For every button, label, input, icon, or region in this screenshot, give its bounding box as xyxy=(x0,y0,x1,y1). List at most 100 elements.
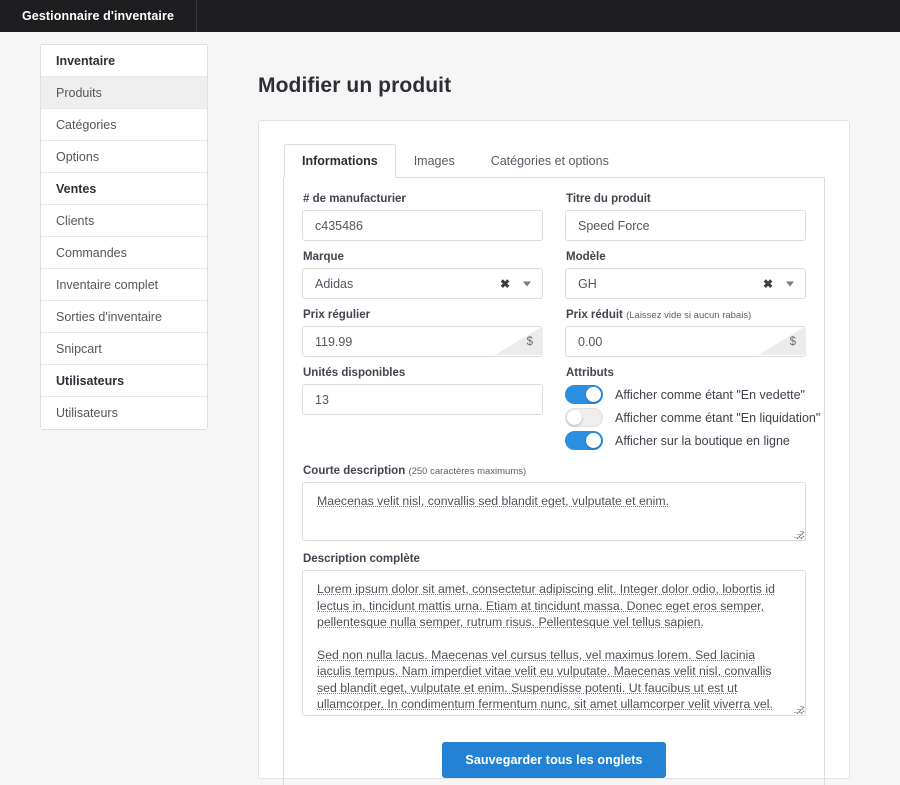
sidebar-item-sorties-d-inventaire[interactable]: Sorties d'inventaire xyxy=(41,301,207,333)
model-selected-value: GH xyxy=(578,276,597,291)
label-units-available: Unités disponibles xyxy=(303,367,406,379)
sidebar-item-label: Inventaire xyxy=(56,53,116,68)
field-product-title: Titre du produit xyxy=(565,193,806,241)
form-row-units-attributes: Unités disponibles Attributs Afficher co… xyxy=(302,367,820,453)
brand-title: Gestionnaire d'inventaire xyxy=(21,9,175,23)
full-description-paragraph-2: Sed non nulla lacus. Maecenas vel cursus… xyxy=(317,647,773,716)
field-brand: Marque Adidas ✖ xyxy=(302,251,543,299)
field-attributes: Attributs Afficher comme étant "En vedet… xyxy=(565,367,820,453)
label-brand: Marque xyxy=(303,251,344,263)
sidebar-item-utilisateurs[interactable]: Utilisateurs xyxy=(41,365,207,397)
full-description-wrapper: Lorem ipsum dolor sit amet, consectetur … xyxy=(302,570,806,716)
label-attributes: Attributs xyxy=(566,367,614,379)
sidebar-item-label: Clients xyxy=(56,213,95,228)
save-button-area: Sauvegarder tous les onglets xyxy=(302,742,806,778)
label-full-description: Description complète xyxy=(303,553,420,565)
units-available-input[interactable] xyxy=(302,384,543,415)
sidebar-item-label: Utilisateurs xyxy=(56,406,118,420)
tab-informations[interactable]: Informations xyxy=(284,144,396,178)
manufacturer-number-input[interactable] xyxy=(302,210,543,241)
label-short-description: Courte description (250 caractères maxim… xyxy=(303,465,806,477)
tab-cat-gories-et-options[interactable]: Catégories et options xyxy=(473,144,627,178)
sidebar-item-label: Sorties d'inventaire xyxy=(56,309,162,324)
top-header-bar: Gestionnaire d'inventaire xyxy=(0,0,900,32)
attribute-toggle-0[interactable] xyxy=(565,385,603,404)
sidebar-item-utilisateurs[interactable]: Utilisateurs xyxy=(41,397,207,429)
sidebar-item-commandes[interactable]: Commandes xyxy=(41,237,207,269)
brand-select[interactable]: Adidas ✖ xyxy=(302,268,543,299)
sidebar-item-label: Snipcart xyxy=(56,341,102,356)
full-description-textarea[interactable]: Lorem ipsum dolor sit amet, consectetur … xyxy=(302,570,806,716)
label-sale-price-hint: (Laissez vide si aucun rabais) xyxy=(626,310,752,321)
brand-block[interactable]: Gestionnaire d'inventaire xyxy=(0,0,197,32)
sidebar-item-label: Commandes xyxy=(56,245,127,260)
label-short-description-hint: (250 caractères maximums) xyxy=(408,466,527,477)
label-sale-price-text: Prix réduit xyxy=(566,309,623,321)
sidebar-item-label: Inventaire complet xyxy=(56,277,159,292)
page-title: Modifier un produit xyxy=(258,74,452,97)
attribute-row: Afficher comme étant "En liquidation" xyxy=(565,407,820,428)
label-product-title: Titre du produit xyxy=(566,193,651,205)
sale-price-input[interactable] xyxy=(565,326,806,357)
sidebar-nav: Inventaire Produits Catégories Options Vente… xyxy=(40,44,208,430)
toggle-knob-icon xyxy=(586,387,601,402)
label-manufacturer-number: # de manufacturier xyxy=(303,193,406,205)
sidebar-item-inventaire[interactable]: Inventaire xyxy=(41,45,207,77)
label-regular-price: Prix régulier xyxy=(303,309,543,321)
sidebar-item-snipcart[interactable]: Snipcart xyxy=(41,333,207,365)
field-full-description: Description complète Lorem ipsum dolor s… xyxy=(302,553,806,716)
toggle-knob-icon xyxy=(567,410,582,425)
regular-price-input[interactable] xyxy=(302,326,543,357)
brand-selected-value: Adidas xyxy=(315,276,354,291)
field-sale-price: Prix réduit (Laissez vide si aucun rabai… xyxy=(565,309,806,357)
product-edit-card: Informations Images Catégories et options … xyxy=(258,120,850,785)
caret-down-icon[interactable] xyxy=(523,281,531,286)
caret-down-icon[interactable] xyxy=(786,281,794,286)
label-model: Modèle xyxy=(566,251,606,263)
sidebar-item-label: Catégories xyxy=(56,117,117,132)
attribute-label: Afficher comme étant "En vedette" xyxy=(615,387,805,402)
short-description-value: Maecenas velit nisl, convallis sed bland… xyxy=(317,494,670,508)
sidebar-item-ventes[interactable]: Ventes xyxy=(41,173,207,205)
field-short-description: Courte description (250 caractères maxim… xyxy=(302,465,806,541)
sidebar-item-label: Utilisateurs xyxy=(56,373,125,388)
attribute-toggle-2[interactable] xyxy=(565,431,603,450)
times-icon[interactable]: ✖ xyxy=(500,278,510,290)
short-description-textarea[interactable]: Maecenas velit nisl, convallis sed bland… xyxy=(302,482,806,541)
tab-images[interactable]: Images xyxy=(396,144,473,178)
attribute-row: Afficher sur la boutique en ligne xyxy=(565,430,806,451)
field-units-available: Unités disponibles xyxy=(302,367,543,453)
attribute-toggle-1[interactable] xyxy=(565,408,603,427)
sidebar-item-cat-gories[interactable]: Catégories xyxy=(41,109,207,141)
attribute-label: Afficher sur la boutique en ligne xyxy=(615,433,790,448)
tab-bar: Informations Images Catégories et options xyxy=(283,144,825,178)
save-all-tabs-button[interactable]: Sauvegarder tous les onglets xyxy=(442,742,666,778)
label-short-description-text: Courte description xyxy=(303,465,406,477)
field-regular-price: Prix régulier $ xyxy=(302,309,543,357)
tab-label: Catégories et options xyxy=(490,154,609,168)
full-description-paragraph-1: Lorem ipsum dolor sit amet, consectetur … xyxy=(317,582,775,629)
page-body: Inventaire Produits Catégories Options Vente… xyxy=(0,32,900,785)
model-select[interactable]: GH ✖ xyxy=(565,268,806,299)
sidebar-item-clients[interactable]: Clients xyxy=(41,205,207,237)
regular-price-wrapper: $ xyxy=(302,326,543,357)
sidebar-item-options[interactable]: Options xyxy=(41,141,207,173)
tab-panel-informations: # de manufacturier Titre du produit Marq… xyxy=(283,178,825,785)
short-description-wrapper: Maecenas velit nisl, convallis sed bland… xyxy=(302,482,806,541)
sidebar-item-label: Ventes xyxy=(56,181,97,196)
sidebar-item-label: Options xyxy=(56,149,100,164)
sale-price-wrapper: $ xyxy=(565,326,806,357)
product-title-input[interactable] xyxy=(565,210,806,241)
sidebar-item-label: Produits xyxy=(56,85,102,100)
attribute-label: Afficher comme étant "En liquidation" xyxy=(615,410,821,425)
attribute-row: Afficher comme étant "En vedette" xyxy=(565,384,806,405)
tab-label: Images xyxy=(413,154,455,168)
form-row-brand-model: Marque Adidas ✖ Modèle GH ✖ xyxy=(302,251,806,299)
sidebar-item-inventaire-complet[interactable]: Inventaire complet xyxy=(41,269,207,301)
topbar-empty-area xyxy=(197,0,900,32)
tab-label: Informations xyxy=(302,154,378,168)
times-icon[interactable]: ✖ xyxy=(763,278,773,290)
toggle-knob-icon xyxy=(586,433,601,448)
sidebar-item-produits[interactable]: Produits xyxy=(41,77,207,109)
form-row-identity: # de manufacturier Titre du produit xyxy=(302,193,806,241)
